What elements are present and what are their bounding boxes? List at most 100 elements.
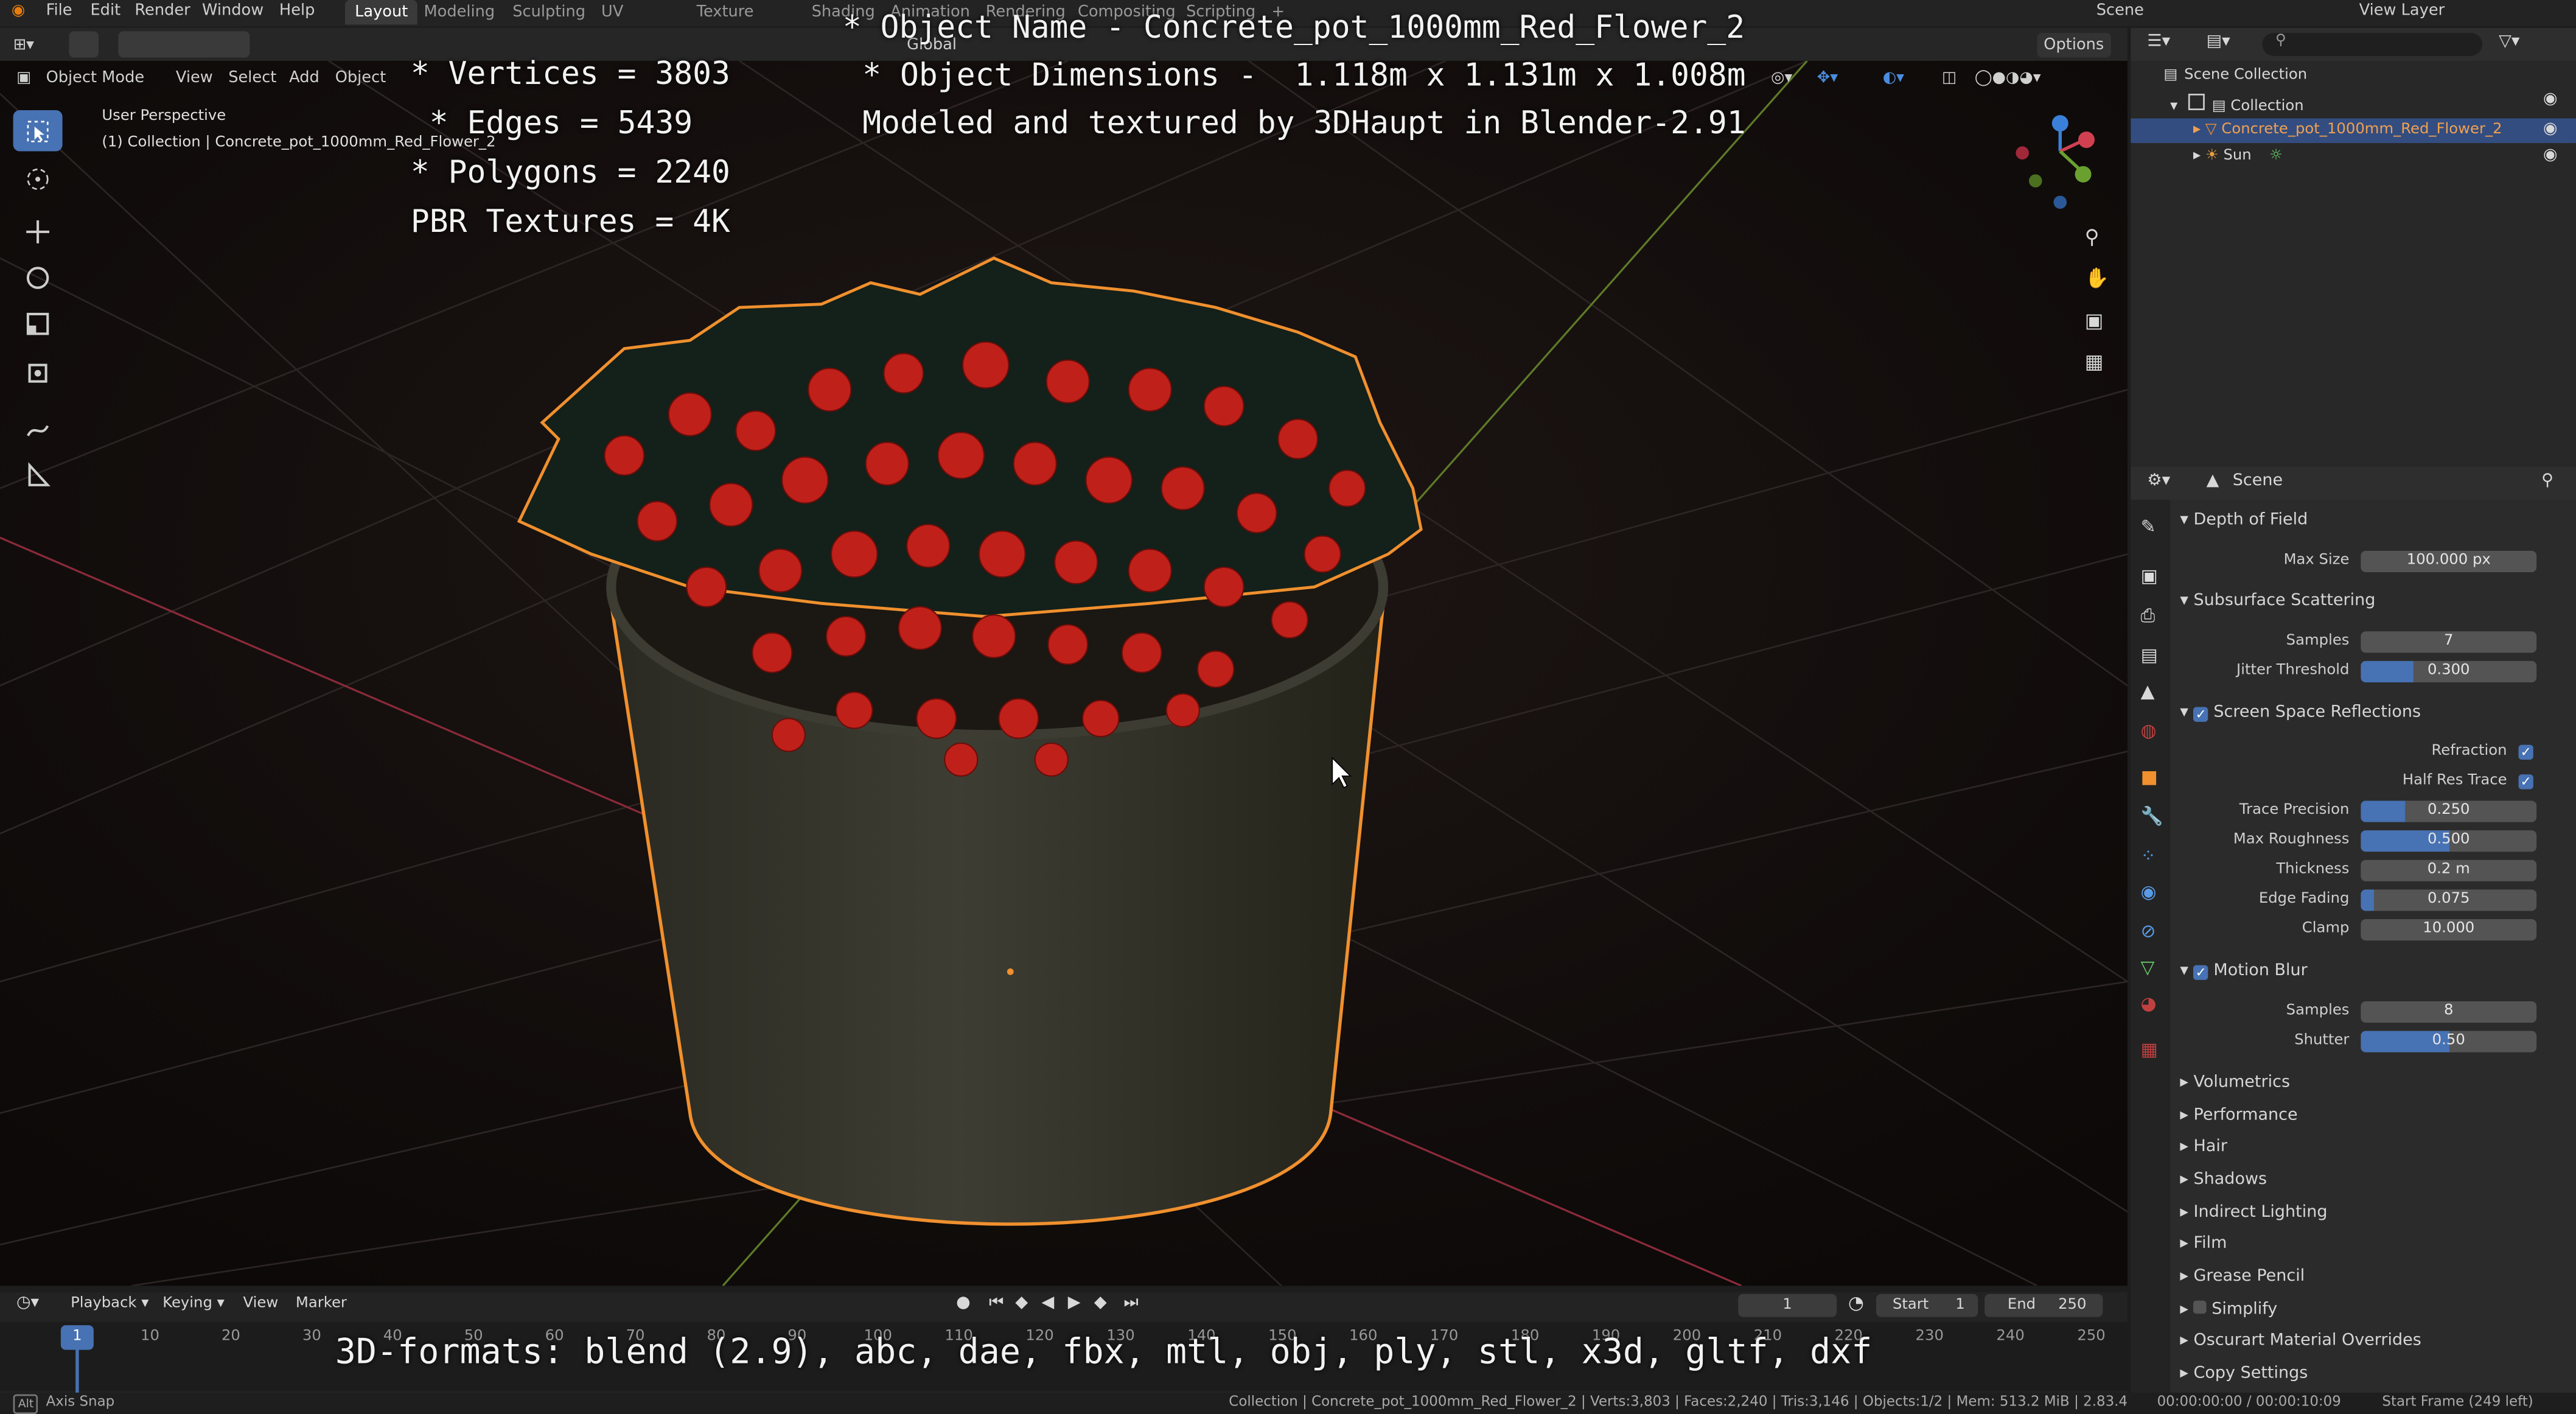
cursor-tool-icon[interactable] bbox=[13, 158, 63, 199]
outliner-item-sun[interactable]: ▸ ☀ Sun ☼ bbox=[2193, 148, 2283, 164]
outliner-root[interactable]: ▤ Scene Collection bbox=[2163, 68, 2307, 84]
sss-samples-field[interactable]: 7 bbox=[2361, 631, 2537, 653]
editor-type-icon[interactable]: ⊞▾ bbox=[13, 33, 34, 58]
data-tab-icon[interactable]: ▽ bbox=[2141, 957, 2155, 978]
menu-help[interactable]: Help bbox=[279, 0, 315, 23]
select-tool-icon[interactable] bbox=[69, 31, 99, 58]
zoom-icon[interactable]: ⚲ bbox=[2085, 225, 2100, 248]
pan-hand-icon[interactable]: ✋ bbox=[2085, 267, 2109, 290]
max-roughness-slider[interactable]: 0.500 bbox=[2361, 830, 2537, 852]
section-oscurart-overrides[interactable]: ▸ Oscurart Material Overrides bbox=[2180, 1329, 2421, 1355]
section-subsurface-scattering[interactable]: ▾ Subsurface Scattering bbox=[2180, 589, 2375, 615]
refraction-checkbox[interactable]: ✓ bbox=[2518, 744, 2533, 760]
outliner-item-pot[interactable]: ▸ ▽ Concrete_pot_1000mm_Red_Flower_2 bbox=[2193, 122, 2502, 138]
output-tab-icon[interactable]: ⎙ bbox=[2141, 605, 2155, 628]
section-hair[interactable]: ▸ Hair bbox=[2180, 1135, 2227, 1161]
section-motion-blur[interactable]: ▾ ✓ Motion Blur bbox=[2180, 959, 2308, 985]
section-volumetrics[interactable]: ▸ Volumetrics bbox=[2180, 1070, 2290, 1096]
texture-tab-icon[interactable]: ▦ bbox=[2141, 1039, 2158, 1060]
trace-precision-slider[interactable]: 0.250 bbox=[2361, 800, 2537, 822]
clamp-field[interactable]: 10.000 bbox=[2361, 919, 2537, 941]
shading-modes-icon[interactable]: ◯●◑◕▾ bbox=[1975, 66, 2041, 91]
outliner-search-input[interactable]: ⚲ bbox=[2262, 33, 2483, 56]
menu-file[interactable]: File bbox=[46, 0, 72, 23]
filter-icon[interactable]: ▽▾ bbox=[2499, 33, 2519, 51]
tool-tab-icon[interactable]: ✎ bbox=[2141, 516, 2156, 537]
options-dropdown[interactable]: Options bbox=[2037, 33, 2111, 58]
thickness-field[interactable]: 0.2 m bbox=[2361, 859, 2537, 881]
half-res-trace-checkbox[interactable]: ✓ bbox=[2518, 774, 2533, 789]
max-size-field[interactable]: 100.000 px bbox=[2361, 550, 2537, 573]
menu-add[interactable]: Add bbox=[289, 66, 319, 91]
section-shadows[interactable]: ▸ Shadows bbox=[2180, 1167, 2267, 1194]
select-mode-buttons[interactable] bbox=[118, 31, 250, 58]
section-indirect-lighting[interactable]: ▸ Indirect Lighting bbox=[2180, 1200, 2327, 1227]
prev-keyframe-icon[interactable]: ◆ bbox=[1015, 1294, 1028, 1312]
end-frame-field[interactable]: End 250 bbox=[1984, 1293, 2103, 1317]
menu-view[interactable]: View bbox=[176, 66, 213, 91]
section-depth-of-field[interactable]: ▾ Depth of Field bbox=[2180, 508, 2308, 534]
edge-fading-slider[interactable]: 0.075 bbox=[2361, 889, 2537, 911]
xray-icon[interactable]: ◫ bbox=[1942, 66, 1956, 91]
view-layer-selector[interactable]: View Layer bbox=[2359, 0, 2445, 23]
mb-samples-field[interactable]: 8 bbox=[2361, 1001, 2537, 1023]
mode-dropdown[interactable]: Object Mode bbox=[46, 66, 145, 91]
world-tab-icon[interactable]: ◍ bbox=[2141, 720, 2157, 741]
constraints-tab-icon[interactable]: ⊘ bbox=[2141, 921, 2156, 942]
display-mode-icon[interactable]: ▤▾ bbox=[2207, 33, 2230, 51]
tab-layout[interactable]: Layout bbox=[344, 0, 418, 25]
camera-view-icon[interactable]: ▣ bbox=[2085, 309, 2104, 332]
outliner-editor-icon[interactable]: ☰▾ bbox=[2147, 33, 2170, 51]
measure-tool-icon[interactable] bbox=[13, 454, 63, 495]
jitter-threshold-slider[interactable]: 0.300 bbox=[2361, 660, 2537, 682]
next-keyframe-icon[interactable]: ◆ bbox=[1094, 1294, 1107, 1312]
particles-tab-icon[interactable]: ⁘ bbox=[2141, 845, 2156, 866]
physics-tab-icon[interactable]: ◉ bbox=[2141, 881, 2157, 903]
section-copy-settings[interactable]: ▸ Copy Settings bbox=[2180, 1362, 2308, 1388]
blender-logo-icon[interactable]: ◉ bbox=[12, 0, 25, 23]
ssr-enabled-checkbox[interactable]: ✓ bbox=[2193, 707, 2208, 722]
eye-icon[interactable]: ◉ bbox=[2543, 146, 2558, 164]
play-icon[interactable]: ▶ bbox=[1068, 1294, 1081, 1312]
pin-icon[interactable]: ⚲ bbox=[2541, 472, 2553, 490]
menu-marker[interactable]: Marker bbox=[296, 1296, 347, 1312]
scene-selector[interactable]: Scene bbox=[2096, 0, 2144, 23]
select-box-tool-icon[interactable] bbox=[13, 110, 63, 152]
move-tool-icon[interactable] bbox=[13, 211, 63, 252]
menu-render[interactable]: Render bbox=[134, 0, 190, 23]
section-grease-pencil[interactable]: ▸ Grease Pencil bbox=[2180, 1264, 2305, 1290]
modifier-tab-icon[interactable]: 🔧 bbox=[2141, 806, 2163, 827]
overlays-icon[interactable]: ◐▾ bbox=[1883, 66, 1904, 91]
section-screen-space-reflections[interactable]: ▾ ✓ Screen Space Reflections bbox=[2180, 701, 2421, 727]
section-simplify[interactable]: ▸ Simplify bbox=[2180, 1297, 2277, 1323]
material-tab-icon[interactable]: ◕ bbox=[2141, 993, 2157, 1015]
start-frame-field[interactable]: Start 1 bbox=[1876, 1293, 1978, 1317]
transform-tool-icon[interactable] bbox=[13, 352, 63, 393]
tab-texture-paint[interactable]: Texture Paint bbox=[686, 0, 763, 46]
section-performance[interactable]: ▸ Performance bbox=[2180, 1104, 2297, 1130]
menu-select[interactable]: Select bbox=[228, 66, 276, 91]
scale-tool-icon[interactable] bbox=[13, 303, 63, 344]
menu-object[interactable]: Object bbox=[335, 66, 386, 91]
menu-window[interactable]: Window bbox=[202, 0, 264, 23]
play-reverse-icon[interactable]: ◀ bbox=[1042, 1294, 1055, 1312]
motion-blur-checkbox[interactable]: ✓ bbox=[2193, 965, 2208, 980]
stopwatch-icon[interactable]: ◔ bbox=[1848, 1292, 1864, 1314]
gizmo-toggle-icon[interactable]: ✥▾ bbox=[1817, 66, 1838, 91]
current-frame-field[interactable]: 1 bbox=[1738, 1293, 1837, 1317]
properties-editor-icon[interactable]: ⚙▾ bbox=[2147, 472, 2170, 490]
menu-keying[interactable]: Keying ▾ bbox=[162, 1296, 225, 1312]
eye-icon[interactable]: ◉ bbox=[2543, 91, 2558, 109]
menu-timeline-view[interactable]: View bbox=[243, 1296, 279, 1312]
eye-icon[interactable]: ◉ bbox=[2543, 120, 2558, 138]
menu-playback[interactable]: Playback ▾ bbox=[71, 1296, 148, 1312]
scene-tab-icon[interactable]: ▲ bbox=[2141, 681, 2155, 702]
ortho-grid-icon[interactable]: ▦ bbox=[2085, 350, 2104, 373]
jump-end-icon[interactable]: ⏭ bbox=[1124, 1294, 1139, 1312]
rotate-tool-icon[interactable] bbox=[13, 256, 63, 298]
shutter-slider[interactable]: 0.50 bbox=[2361, 1031, 2537, 1052]
jump-start-icon[interactable]: ⏮ bbox=[989, 1294, 1004, 1312]
tab-sculpting[interactable]: Sculpting bbox=[503, 0, 595, 25]
outliner-collection[interactable]: ▾ ▤ Collection bbox=[2170, 93, 2304, 115]
object-mode-icon[interactable]: ▣ bbox=[16, 66, 31, 91]
